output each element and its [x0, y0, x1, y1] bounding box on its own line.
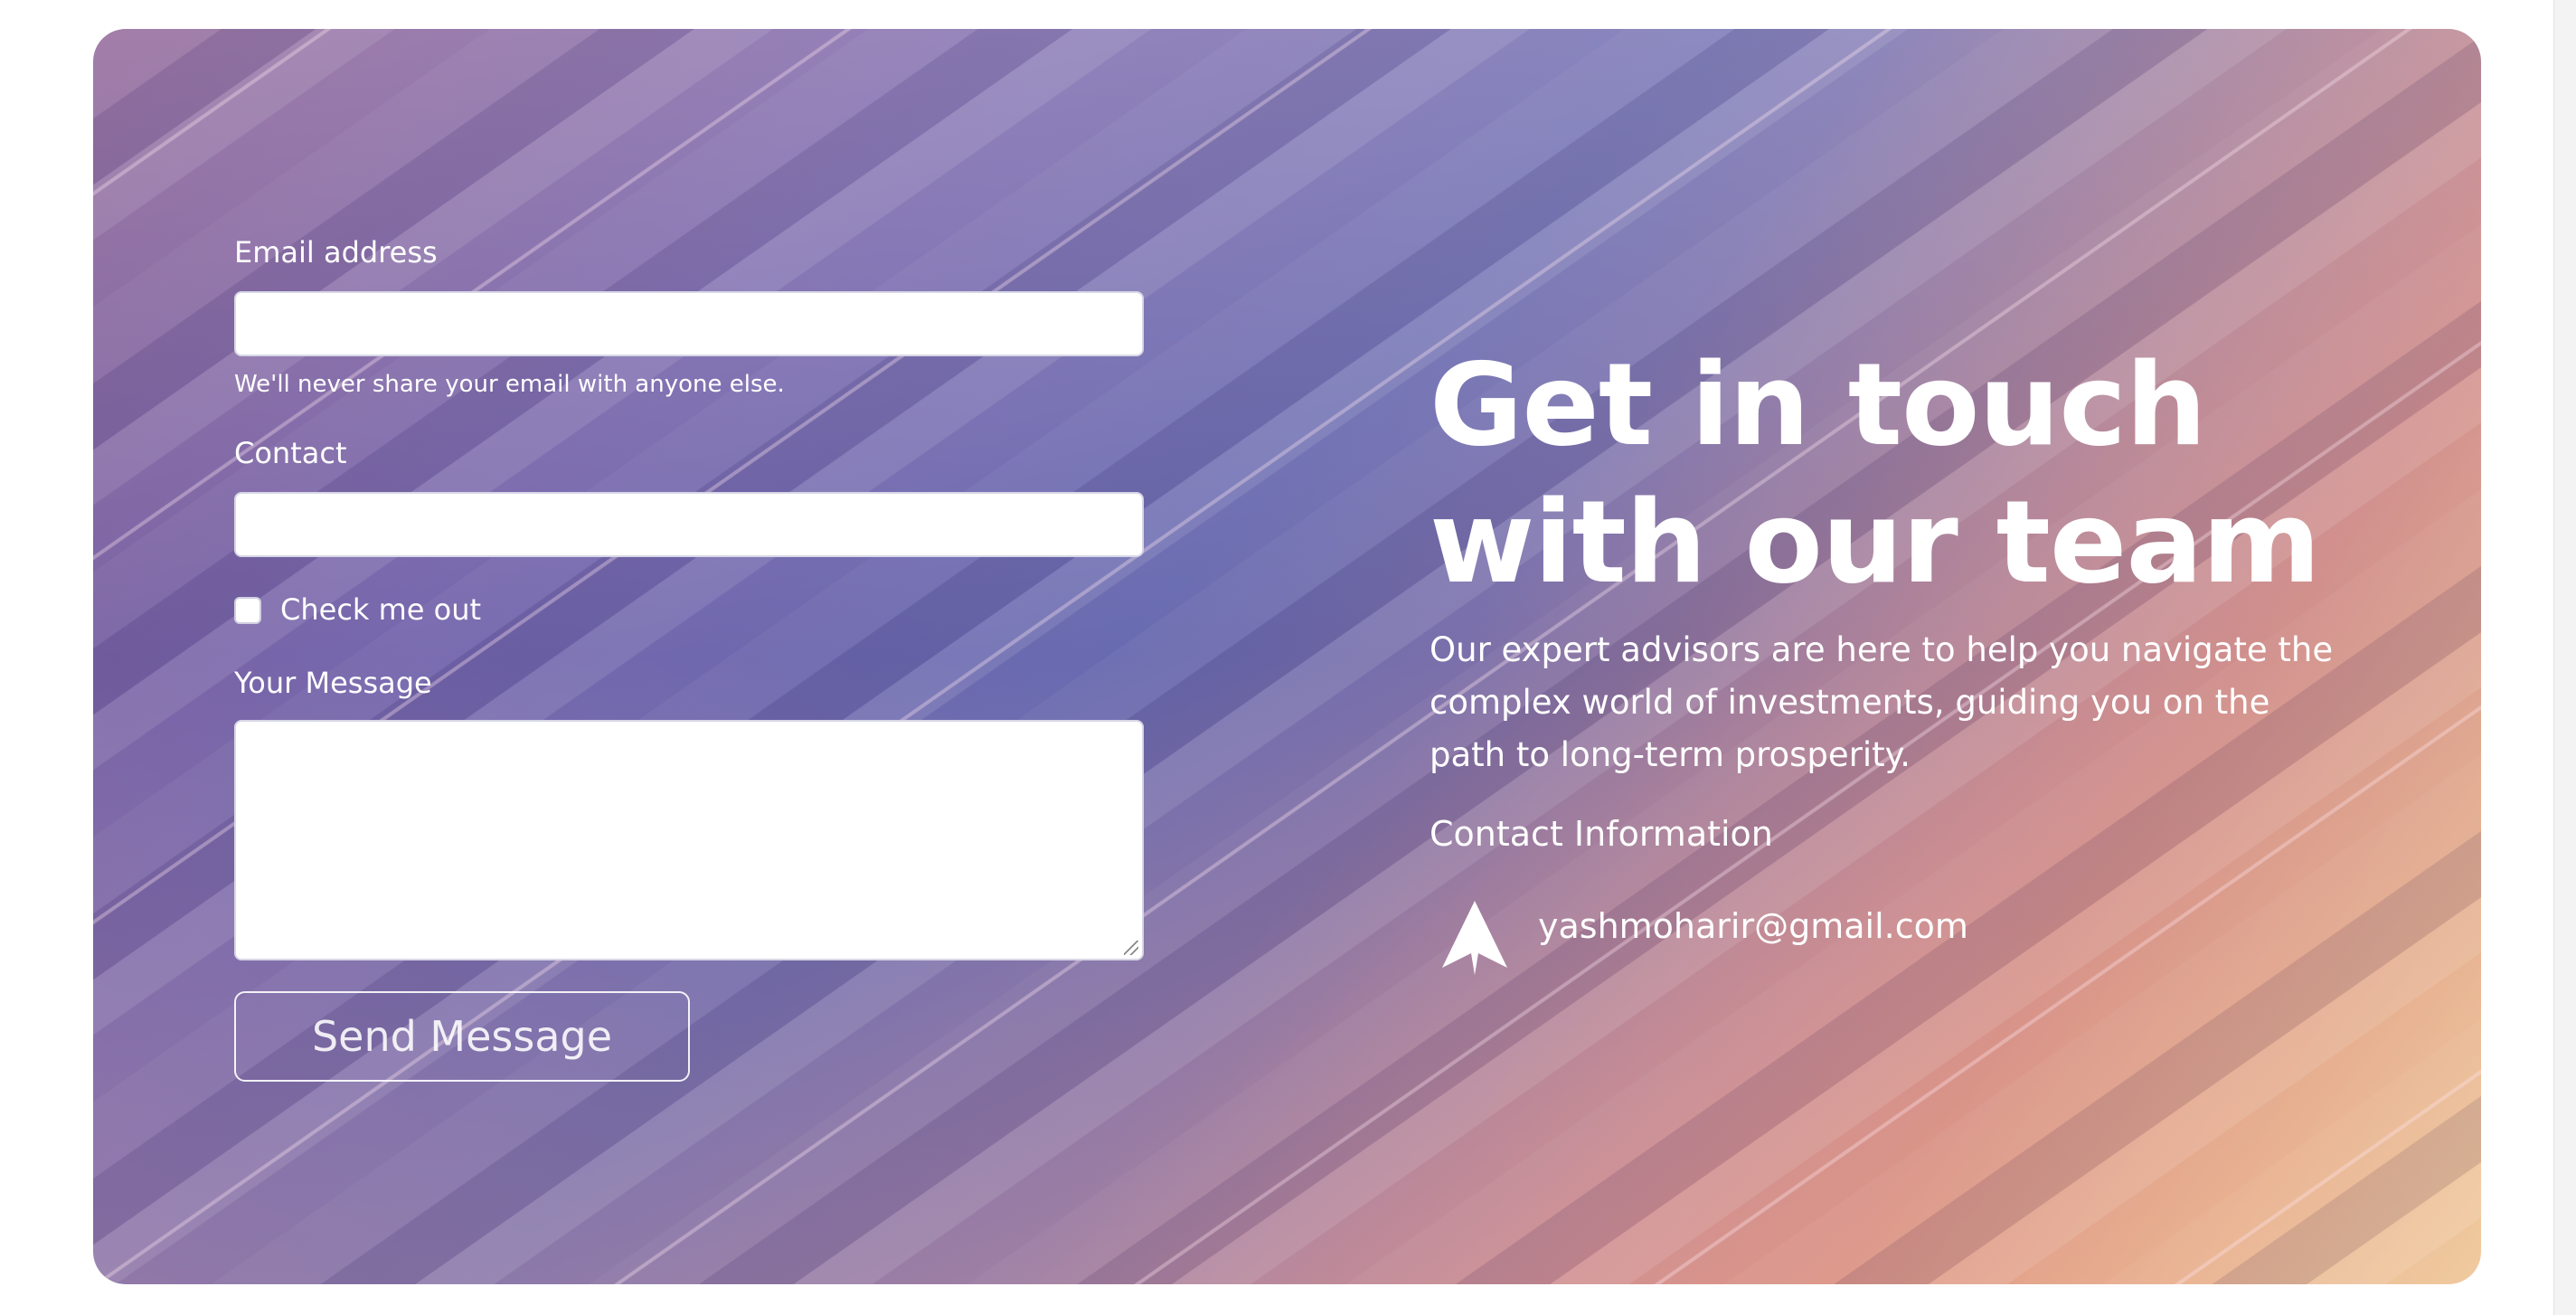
description-text: Our expert advisors are here to help you… — [1430, 630, 2334, 774]
email-help-text: We'll never share your email with anyone… — [234, 371, 785, 398]
resize-grip-icon[interactable] — [1124, 941, 1138, 955]
send-paper-plane-icon — [1442, 901, 1507, 975]
page-title: Get in touch with our team — [1430, 336, 2321, 611]
message-textarea[interactable] — [234, 720, 1144, 960]
contact-label: Contact — [234, 436, 347, 470]
headline-line-1: Get in touch — [1430, 338, 2207, 471]
contact-information-heading: Contact Information — [1430, 814, 1773, 854]
message-label: Your Message — [234, 666, 432, 700]
contact-field[interactable] — [234, 492, 1144, 557]
headline-line-2: with our team — [1430, 476, 2321, 609]
email-field[interactable] — [234, 291, 1144, 356]
checkbox-label[interactable]: Check me out — [280, 592, 481, 627]
contact-card: Email address We'll never share your ema… — [93, 29, 2481, 1284]
check-me-out-checkbox[interactable] — [234, 597, 261, 624]
page-scrollbar[interactable] — [2553, 0, 2576, 1315]
send-message-button[interactable]: Send Message — [234, 991, 690, 1082]
email-label: Email address — [234, 235, 438, 270]
contact-email[interactable]: yashmoharir@gmail.com — [1538, 906, 1968, 946]
